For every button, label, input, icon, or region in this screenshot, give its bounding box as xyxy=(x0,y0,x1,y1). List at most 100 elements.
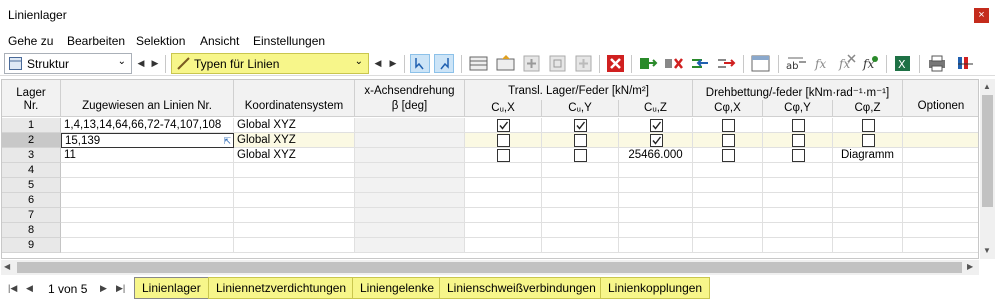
checkbox[interactable] xyxy=(722,119,735,132)
table-cell-cuy[interactable] xyxy=(542,178,619,193)
checkbox[interactable] xyxy=(574,149,587,162)
insert-row-icon[interactable] xyxy=(496,54,516,73)
paste-icon[interactable] xyxy=(574,54,594,73)
table-cell-cuz[interactable] xyxy=(619,223,693,238)
menu-einstellungen[interactable]: Einstellungen xyxy=(253,34,325,48)
next-arrow-icon[interactable]: ▶ xyxy=(386,55,400,72)
table-cell-cux[interactable] xyxy=(465,208,542,223)
menu-bearbeiten[interactable]: Bearbeiten xyxy=(67,34,125,48)
table-cell-cpx[interactable] xyxy=(693,133,763,148)
menu-ansicht[interactable]: Ansicht xyxy=(200,34,239,48)
scroll-down-icon[interactable]: ▼ xyxy=(983,246,991,255)
print-icon[interactable] xyxy=(927,54,947,73)
row-number[interactable]: 5 xyxy=(2,178,61,193)
table-cell-cpz[interactable] xyxy=(833,208,903,223)
table-cell-cpz[interactable] xyxy=(833,223,903,238)
table-cell-cuz[interactable] xyxy=(619,118,693,133)
table-cell-cpy[interactable] xyxy=(763,118,833,133)
menu-selektion[interactable]: Selektion xyxy=(136,34,185,48)
table-cell-koord[interactable] xyxy=(234,223,355,238)
table-cell-lines[interactable] xyxy=(61,178,234,193)
abc-icon[interactable]: ab xyxy=(785,54,806,73)
table-cell-opt[interactable] xyxy=(903,118,978,133)
excel-icon[interactable]: X xyxy=(893,54,913,73)
table-cell-cuz[interactable] xyxy=(619,178,693,193)
horizontal-scrollbar[interactable]: ◀ ▶ xyxy=(1,260,979,275)
table-cell-cuy[interactable] xyxy=(542,163,619,178)
table-cell-koord[interactable] xyxy=(234,193,355,208)
table-cell-beta[interactable] xyxy=(355,193,465,208)
add-icon[interactable] xyxy=(522,54,542,73)
view-icon[interactable] xyxy=(751,54,771,73)
table-cell-cpx[interactable] xyxy=(693,193,763,208)
table-cell-cpy[interactable] xyxy=(763,133,833,148)
scroll-left-icon[interactable]: ◀ xyxy=(4,262,10,271)
checkbox-checked[interactable] xyxy=(650,119,663,132)
table-cell-opt[interactable] xyxy=(903,223,978,238)
checkbox[interactable] xyxy=(574,134,587,147)
table-cell-cux[interactable] xyxy=(465,223,542,238)
table-cell-cpy[interactable] xyxy=(763,178,833,193)
table-cell-beta[interactable] xyxy=(355,208,465,223)
table-cell-lines[interactable] xyxy=(61,193,234,208)
table-cell-cux[interactable] xyxy=(465,178,542,193)
formula-off-icon[interactable]: fx xyxy=(836,54,856,73)
row-number[interactable]: 2 xyxy=(2,133,61,148)
export-icon[interactable] xyxy=(716,54,736,73)
checkbox[interactable] xyxy=(862,119,875,132)
table-cell-cpz[interactable] xyxy=(833,133,903,148)
checkbox-checked[interactable] xyxy=(497,119,510,132)
formula-edit-icon[interactable]: fx xyxy=(860,54,880,73)
table-cell-opt[interactable] xyxy=(903,148,978,163)
import-icon[interactable] xyxy=(690,54,710,73)
table-cell-cpx[interactable] xyxy=(693,238,763,253)
prev-arrow-icon[interactable]: ◀ xyxy=(371,55,385,72)
checkbox[interactable] xyxy=(792,134,805,147)
table-cell-opt[interactable] xyxy=(903,238,978,253)
table-cell-lines[interactable] xyxy=(61,238,234,253)
checkbox-checked[interactable] xyxy=(574,119,587,132)
checkbox[interactable] xyxy=(722,134,735,147)
table-cell-cpz[interactable] xyxy=(833,163,903,178)
close-button[interactable]: × xyxy=(974,8,989,23)
table-cell-opt[interactable] xyxy=(903,133,978,148)
table-cell-cpz[interactable]: Diagramm xyxy=(833,148,903,163)
scroll-right-icon[interactable]: ▶ xyxy=(967,262,973,271)
table-cell-beta[interactable] xyxy=(355,163,465,178)
table-cell-cpz[interactable] xyxy=(833,178,903,193)
row-number[interactable]: 9 xyxy=(2,238,61,253)
table-cell-lines[interactable]: 1,4,13,14,64,66,72-74,107,108 xyxy=(61,118,234,133)
table-cell-cuz[interactable] xyxy=(619,208,693,223)
table-cell-cuy[interactable] xyxy=(542,208,619,223)
tab-liniengelenke[interactable]: Liniengelenke xyxy=(352,277,443,299)
table-cell-cpx[interactable] xyxy=(693,118,763,133)
row-number[interactable]: 6 xyxy=(2,193,61,208)
copy-icon[interactable] xyxy=(548,54,568,73)
next-page-icon[interactable]: ▶ xyxy=(100,283,107,294)
prev-page-icon[interactable]: ◀ xyxy=(26,283,33,294)
table-cell-lines[interactable]: 11 xyxy=(61,148,234,163)
tab-liniennetzverdichtungen[interactable]: Liniennetzverdichtungen xyxy=(208,277,355,299)
table-cell-cuy[interactable] xyxy=(542,133,619,148)
table-cell-cux[interactable] xyxy=(465,148,542,163)
table-cell-cpz[interactable] xyxy=(833,193,903,208)
scroll-up-icon[interactable]: ▲ xyxy=(983,82,991,91)
table-cell-cpz[interactable] xyxy=(833,238,903,253)
hscroll-thumb[interactable] xyxy=(17,262,962,273)
checkbox[interactable] xyxy=(497,134,510,147)
table-cell-beta[interactable] xyxy=(355,133,465,148)
vertical-scrollbar[interactable]: ▲ ▼ xyxy=(980,79,995,259)
checkbox-checked[interactable] xyxy=(650,134,663,147)
table-cell-cpz[interactable] xyxy=(833,118,903,133)
table-cell-koord[interactable]: Global XYZ xyxy=(234,148,355,163)
table-cell-cpx[interactable] xyxy=(693,223,763,238)
assign-icon[interactable] xyxy=(638,54,658,73)
table-cell-opt[interactable] xyxy=(903,193,978,208)
table-cell-cux[interactable] xyxy=(465,238,542,253)
tab-linienlager[interactable]: Linienlager xyxy=(134,277,209,299)
menu-gehe-zu[interactable]: Gehe zu xyxy=(8,34,53,48)
table-cell-cuz[interactable] xyxy=(619,238,693,253)
checkbox[interactable] xyxy=(722,149,735,162)
table-cell-cpy[interactable] xyxy=(763,223,833,238)
tab-linienkopplungen[interactable]: Linienkopplungen xyxy=(600,277,711,299)
